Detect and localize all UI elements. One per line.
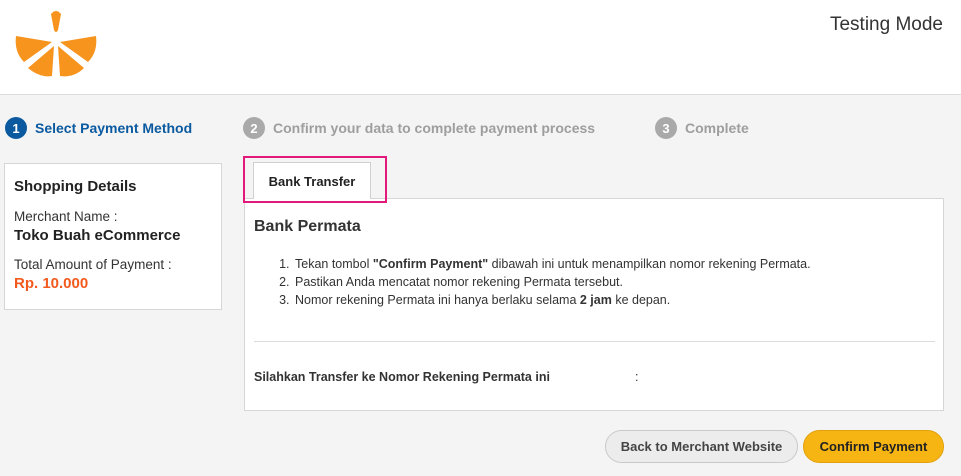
step-number-2: 2 — [243, 117, 265, 139]
shopping-details-panel: Shopping Details Merchant Name : Toko Bu… — [4, 163, 222, 310]
instruction-text: Tekan tombol — [295, 257, 373, 271]
instruction-item: Nomor rekening Permata ini hanya berlaku… — [293, 291, 811, 309]
instruction-item: Pastikan Anda mencatat nomor rekening Pe… — [293, 273, 811, 291]
confirm-payment-button[interactable]: Confirm Payment — [803, 430, 944, 463]
step-complete: 3 Complete — [655, 113, 749, 143]
merchant-name-value: Toko Buah eCommerce — [14, 227, 181, 244]
total-amount-label: Total Amount of Payment : — [14, 257, 172, 272]
instruction-text: Pastikan Anda mencatat nomor rekening Pe… — [295, 275, 623, 289]
merchant-name-label: Merchant Name : — [14, 209, 118, 224]
instruction-text: dibawah ini untuk menampilkan nomor reke… — [488, 257, 811, 271]
transfer-account-label: Silahkan Transfer ke Nomor Rekening Perm… — [254, 370, 550, 384]
bank-title: Bank Permata — [254, 218, 361, 235]
testing-mode-label: Testing Mode — [829, 14, 943, 35]
progress-steps: 1 Select Payment Method 2 Confirm your d… — [0, 113, 961, 143]
instruction-bold-text: 2 jam — [579, 293, 612, 307]
total-amount-value: Rp. 10.000 — [14, 275, 89, 292]
instruction-text: Nomor rekening Permata ini hanya berlaku… — [295, 293, 580, 307]
shopping-details-title: Shopping Details — [14, 178, 137, 195]
instruction-text: ke depan. — [611, 293, 671, 307]
tab-highlight-box — [243, 156, 387, 203]
step-label-2: Confirm your data to complete payment pr… — [273, 120, 596, 136]
step-label-1: Select Payment Method — [35, 120, 193, 136]
step-confirm-data: 2 Confirm your data to complete payment … — [243, 113, 595, 143]
step-number-1: 1 — [5, 117, 27, 139]
instruction-list: Tekan tombol "Confirm Payment" dibawah i… — [279, 255, 811, 309]
instruction-item: Tekan tombol "Confirm Payment" dibawah i… — [293, 255, 811, 273]
instruction-bold-text: "Confirm Payment" — [372, 257, 489, 271]
divider — [254, 341, 935, 342]
bank-transfer-panel: Bank Permata Tekan tombol "Confirm Payme… — [244, 198, 944, 411]
transfer-account-colon: : — [635, 370, 639, 384]
back-to-merchant-button[interactable]: Back to Merchant Website — [605, 430, 798, 463]
step-label-3: Complete — [685, 120, 749, 136]
step-number-3: 3 — [655, 117, 677, 139]
orange-slice-logo — [15, 11, 97, 77]
step-select-payment: 1 Select Payment Method — [5, 113, 192, 143]
header-bar: Testing Mode — [0, 0, 961, 95]
